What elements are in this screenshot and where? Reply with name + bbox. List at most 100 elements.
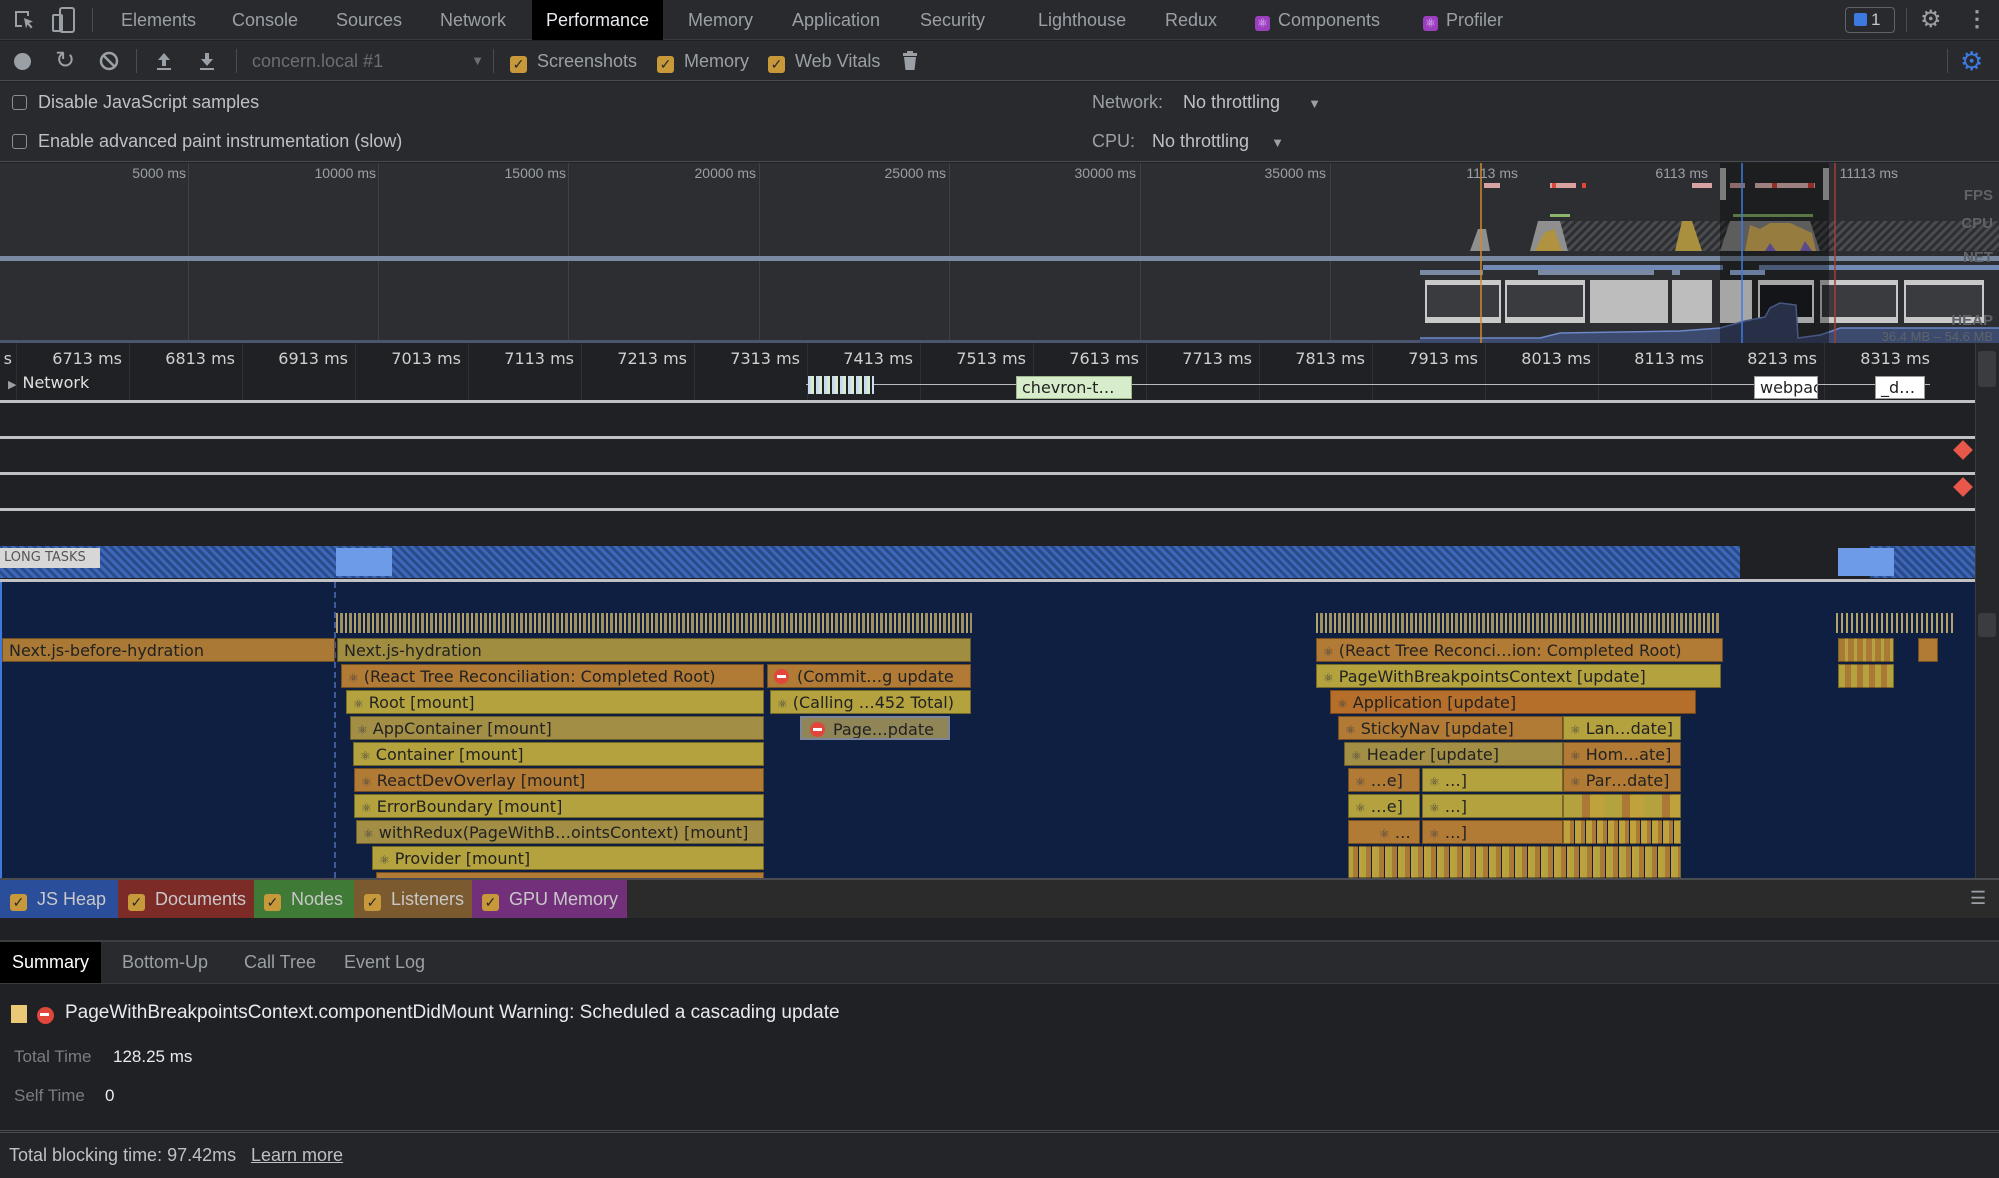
flame-calling-lifecycle[interactable]: ⚛ (Calling …452 Total) [770,690,971,714]
tab-profiler[interactable]: ⚛ Profiler [1411,0,1515,40]
flame-provider[interactable]: ⚛ Provider [mount] [372,846,764,870]
network-request[interactable]: webpac [1754,376,1818,399]
network-request[interactable]: chevron-t… [1016,376,1132,399]
flame-hom[interactable]: ⚛ Hom…ate] [1563,742,1681,766]
more-options-icon[interactable]: ⋮ [1966,6,1988,32]
flame-b1[interactable]: ⚛ …] [1422,768,1563,792]
capture-settings-gear-icon[interactable]: ⚙ [1960,46,1983,76]
long-task-block[interactable] [1838,548,1894,576]
tab-elements[interactable]: Elements [109,0,208,40]
device-toolbar-icon[interactable] [52,7,76,38]
tab-sources[interactable]: Sources [324,0,414,40]
react-icon: ⚛ [1570,775,1581,789]
network-request-cluster[interactable] [808,376,874,394]
time-tick: 8213 ms [1747,349,1817,368]
timing-marker-diamond[interactable] [1953,477,1973,497]
flame-hydration[interactable]: Next.js-hydration [337,638,971,662]
counter-documents[interactable]: ✓ Documents [118,880,254,918]
tab-console[interactable]: Console [220,0,310,40]
separator [493,49,494,73]
profile-select[interactable]: concern.local #1 ▼ [252,41,484,81]
tab-performance[interactable]: Performance [532,0,664,40]
flame-with-redux[interactable]: ⚛ withRedux(PageWithB…ointsContext) [moun… [356,820,764,844]
counter-nodes[interactable]: ✓ Nodes [254,880,354,918]
selection-handle-left [1720,168,1726,200]
scrollbar-thumb[interactable] [1978,613,1996,637]
flame-chart[interactable]: s 6713 ms 6813 ms 6913 ms 7013 ms 7113 m… [0,343,1975,878]
tab-components[interactable]: ⚛ Components [1243,0,1392,40]
save-profile-icon[interactable] [198,51,216,76]
issues-badge[interactable]: 1 [1845,7,1895,33]
tab-application[interactable]: Application [780,0,892,40]
flame-reconciliation-2[interactable]: ⚛ (React Tree Reconci…ion: Completed Root… [1316,638,1723,662]
flame-chart-scrollbar[interactable] [1975,343,1999,878]
select-value: No throttling [1152,131,1250,151]
flame-error-boundary[interactable]: ⚛ ErrorBoundary [mount] [354,794,764,818]
flame-page-update-selected[interactable]: Page…pdate [800,716,950,740]
tab-summary[interactable]: Summary [0,942,102,983]
tab-lighthouse[interactable]: Lighthouse [1026,0,1138,40]
network-throttling-select[interactable]: No throttling ▼ [1183,92,1321,113]
flame-par[interactable]: ⚛ Par…date] [1563,768,1681,792]
flame-app-container[interactable]: ⚛ AppContainer [mount] [350,716,764,740]
flame-b2[interactable]: ⚛ …] [1422,794,1563,818]
flame-e1[interactable]: ⚛ …e] [1348,768,1420,792]
flame-cluster[interactable] [1918,638,1938,662]
scrollbar-thumb[interactable] [1978,351,1996,387]
settings-gear-icon[interactable]: ⚙ [1920,8,1942,32]
flame-page-breakpoints[interactable]: ⚛ PageWithBreakpointsContext [update] [1316,664,1721,688]
flame-commit-warning[interactable]: (Commit…g update [767,664,971,688]
flame-lan[interactable]: ⚛ Lan…date] [1563,716,1681,740]
flame-cluster[interactable] [1838,664,1894,688]
flame-sticky-nav[interactable]: ⚛ StickyNav [update] [1338,716,1563,740]
flame-root[interactable]: ⚛ Root [mount] [346,690,764,714]
flame-cluster[interactable] [1563,794,1681,818]
hamburger-menu-icon[interactable]: ☰ [1970,888,1986,908]
counter-js-heap[interactable]: ✓ JS Heap [0,880,118,918]
flame-dev-overlay[interactable]: ⚛ ReactDevOverlay [mount] [354,768,764,792]
tab-bottom-up[interactable]: Bottom-Up [110,942,220,983]
counter-gpu-memory[interactable]: ✓ GPU Memory [472,880,627,918]
record-icon[interactable] [14,53,31,70]
react-icon: ⚛ [1355,801,1366,815]
flame-reconciliation[interactable]: ⚛ (React Tree Reconciliation: Completed R… [341,664,764,688]
counter-listeners[interactable]: ✓ Listeners [354,880,472,918]
memory-checkbox[interactable]: ✓ Memory [657,41,749,81]
screenshots-checkbox[interactable]: ✓ Screenshots [510,41,637,81]
learn-more-link[interactable]: Learn more [251,1145,343,1166]
tab-security[interactable]: Security [908,0,997,40]
time-tick: 7413 ms [843,349,913,368]
tab-label: Profiler [1446,10,1504,30]
react-icon: ⚛ [1345,723,1356,737]
warning-stop-icon [774,669,789,684]
network-request[interactable]: _d… [1875,376,1925,399]
flame-cluster[interactable] [1838,638,1894,662]
flame-header[interactable]: ⚛ Header [update] [1344,742,1563,766]
flame-e2[interactable]: ⚛ …e] [1348,794,1420,818]
flame-cluster[interactable] [1563,820,1681,844]
timeline-overview[interactable]: 5000 ms 10000 ms 15000 ms 20000 ms 25000… [0,163,1999,343]
clear-icon[interactable] [99,51,119,76]
flame-d1[interactable]: ⚛… [1348,820,1420,844]
long-task-block[interactable] [336,548,392,576]
flame-application[interactable]: ⚛ Application [update] [1330,690,1696,714]
trash-icon[interactable] [903,51,917,76]
tab-redux[interactable]: Redux [1153,0,1229,40]
flame-d2[interactable]: ⚛ …] [1422,820,1563,844]
flame-cluster[interactable] [1348,846,1681,878]
inspect-element-icon[interactable] [12,8,36,37]
reload-record-icon[interactable]: ↻ [55,47,75,75]
tab-event-log[interactable]: Event Log [332,942,437,983]
cpu-throttling-select[interactable]: No throttling ▼ [1152,131,1284,152]
disable-js-samples-checkbox[interactable]: Disable JavaScript samples [12,92,259,113]
web-vitals-checkbox[interactable]: ✓ Web Vitals [768,41,880,81]
tab-memory[interactable]: Memory [676,0,765,40]
tab-call-tree[interactable]: Call Tree [232,942,328,983]
load-profile-icon[interactable] [155,51,173,76]
flame-before-hydration[interactable]: Next.js-before-hydration [2,638,335,662]
flame-container[interactable]: ⚛ Container [mount] [353,742,764,766]
timing-marker-diamond[interactable] [1953,440,1973,460]
network-track-toggle[interactable]: ▶ Network [8,373,89,392]
tab-network[interactable]: Network [428,0,518,40]
advanced-paint-checkbox[interactable]: Enable advanced paint instrumentation (s… [12,131,402,152]
